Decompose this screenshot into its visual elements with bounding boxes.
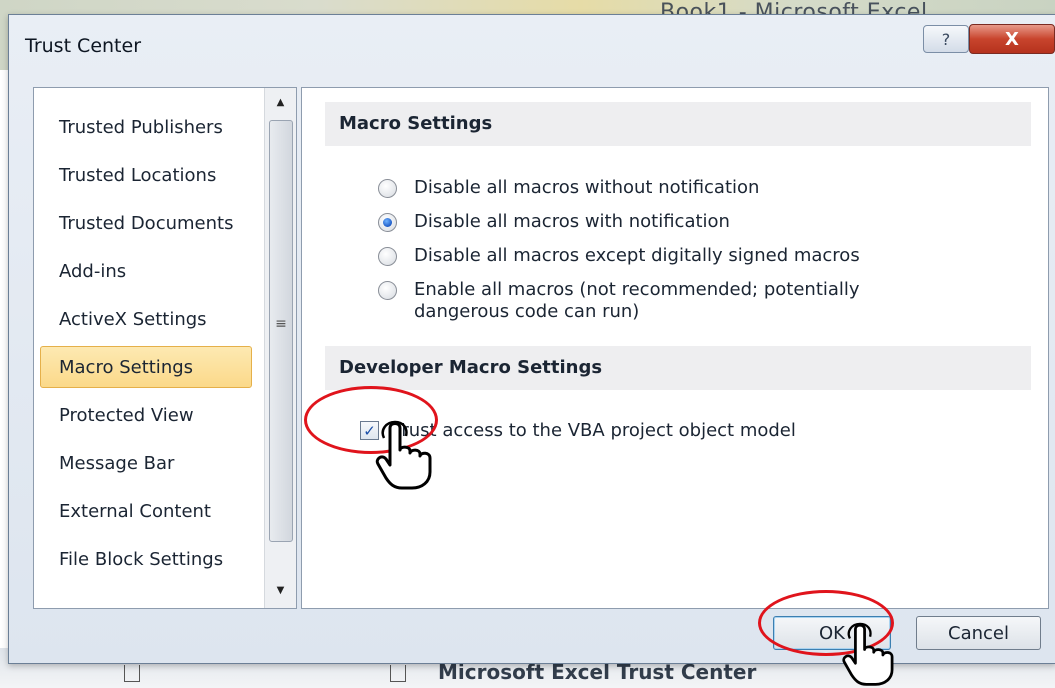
radio-label: Enable all macros (not recommended; pote… <box>414 279 860 322</box>
nav-item-add-ins[interactable]: Add-ins <box>40 250 252 292</box>
vba-access-label: Trust access to the VBA project object m… <box>393 420 796 441</box>
scrollbar-thumb[interactable]: ≡ <box>269 120 293 542</box>
nav-item-trusted-documents[interactable]: Trusted Documents <box>40 202 252 244</box>
radio-button[interactable] <box>378 247 397 266</box>
nav-item-protected-view[interactable]: Protected View <box>40 394 252 436</box>
help-button[interactable]: ? <box>923 25 969 53</box>
background-checkbox-icon <box>390 665 406 682</box>
background-checkbox-icon <box>124 665 140 682</box>
settings-panel: Macro Settings Disable all macros withou… <box>301 87 1049 609</box>
radio-button-selected[interactable] <box>378 213 397 232</box>
dialog-title: Trust Center <box>25 35 142 57</box>
trust-center-nav: Trusted Publishers Trusted Locations Tru… <box>33 87 297 609</box>
nav-scrollbar[interactable]: ▲ ≡ ▼ <box>264 88 296 608</box>
close-button[interactable]: X <box>969 24 1055 54</box>
radio-label: Disable all macros without notification <box>414 177 760 198</box>
nav-item-trusted-locations[interactable]: Trusted Locations <box>40 154 252 196</box>
cancel-button[interactable]: Cancel <box>916 616 1041 650</box>
radio-label: Disable all macros with notification <box>414 211 730 232</box>
close-icon: X <box>1005 28 1019 50</box>
nav-item-trusted-publishers[interactable]: Trusted Publishers <box>40 106 252 148</box>
question-icon: ? <box>941 29 951 49</box>
nav-item-external-content[interactable]: External Content <box>40 490 252 532</box>
trust-center-dialog: Trust Center ? X Trusted Publishers Trus… <box>8 14 1055 664</box>
dialog-titlebar: Trust Center ? X <box>9 15 1055 73</box>
nav-item-activex-settings[interactable]: ActiveX Settings <box>40 298 252 340</box>
radio-button[interactable] <box>378 179 397 198</box>
radio-enable-all[interactable]: Enable all macros (not recommended; pote… <box>378 279 958 323</box>
hand-pointer-icon <box>375 420 432 490</box>
radio-disable-no-notification[interactable]: Disable all macros without notification <box>378 177 759 199</box>
radio-label: Disable all macros except digitally sign… <box>414 245 860 266</box>
radio-disable-with-notification[interactable]: Disable all macros with notification <box>378 211 730 233</box>
developer-macro-settings-header: Developer Macro Settings <box>325 346 1031 390</box>
scroll-up-icon[interactable]: ▲ <box>265 88 296 116</box>
nav-item-macro-settings[interactable]: Macro Settings <box>40 346 252 388</box>
grip-icon: ≡ <box>275 316 287 332</box>
macro-settings-header: Macro Settings <box>325 102 1031 146</box>
nav-item-message-bar[interactable]: Message Bar <box>40 442 252 484</box>
radio-button[interactable] <box>378 281 397 300</box>
nav-item-file-block-settings[interactable]: File Block Settings <box>40 538 252 580</box>
radio-disable-except-signed[interactable]: Disable all macros except digitally sign… <box>378 245 860 267</box>
hand-pointer-icon <box>842 622 894 686</box>
scroll-down-icon[interactable]: ▼ <box>265 576 296 604</box>
